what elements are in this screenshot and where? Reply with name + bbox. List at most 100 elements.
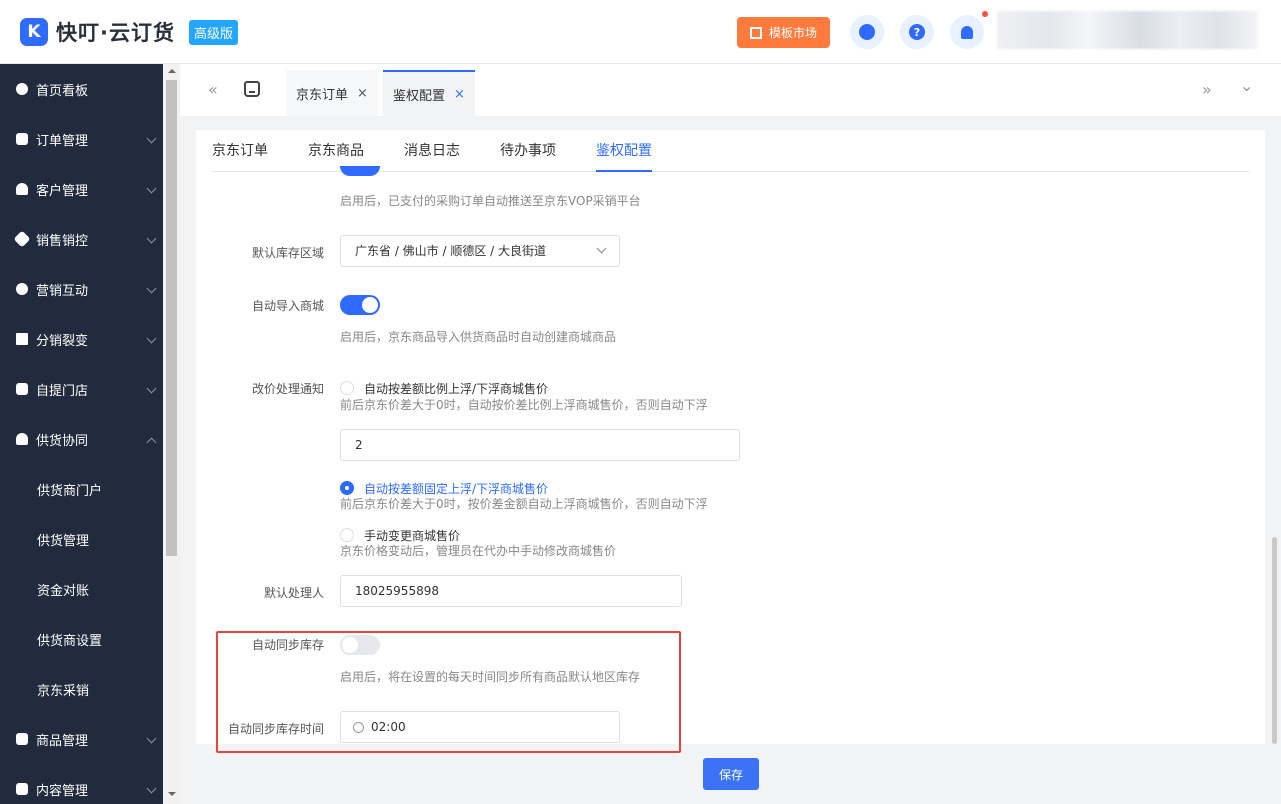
auto-push-switch[interactable] [340,166,380,176]
handler-input[interactable]: 18025955898 [340,575,682,607]
tabs-scroll-right-icon[interactable]: » [1202,80,1212,99]
customer-service-button[interactable] [850,15,884,49]
sidebar-item-label: 销售销控 [36,233,89,249]
dashboard-icon [16,83,28,95]
tabs-scroll-left-icon[interactable]: « [208,80,218,99]
user-gear-icon [16,433,28,445]
sidebar-item-label: 供货协同 [36,433,89,449]
sidebar-subitem-label: 供货商设置 [37,633,103,649]
content-scrollbar[interactable] [1272,537,1277,744]
sidebar-item-orders[interactable]: 订单管理 [0,114,163,164]
user-account-blurred[interactable] [997,11,1258,49]
sidebar-item-dashboard[interactable]: 首页看板 [0,64,163,114]
hierarchy-icon [16,333,28,345]
ratio-value: 2 [355,438,363,452]
sidebar-item-label: 商品管理 [36,733,89,749]
template-icon [749,26,762,39]
sidebar-scrollbar[interactable] [163,64,180,804]
sidebar-item-customers[interactable]: 客户管理 [0,164,163,214]
option-fixed-hint: 前后京东价差大于0时，按价差金额自动上浮商城售价，否则自动下浮 [340,497,708,511]
handler-label: 默认处理人 [263,586,324,600]
auto-push-hint: 启用后，已支付的采购订单自动推送至京东VOP采销平台 [340,194,641,208]
brand-name: 快叮·云订货 [56,21,175,45]
bell-icon [961,25,973,39]
sidebar-subitem-label: 供货商门户 [37,483,103,499]
user-icon [16,183,28,195]
tab-auth-config[interactable]: 鉴权配置 × [383,70,475,116]
inner-tab-todo[interactable]: 待办事项 [500,130,556,172]
option-ratio-label[interactable]: 自动按差额比例上浮/下浮商城售价 [364,380,548,397]
content-icon [16,783,28,795]
sidebar-subitem-reconciliation[interactable]: 资金对账 [0,564,163,614]
option-ratio-radio[interactable] [340,381,354,395]
close-icon[interactable]: × [357,86,368,101]
scroll-down-arrow-icon[interactable] [168,792,176,796]
notification-dot [982,11,988,17]
default-region-select[interactable]: 广东省 / 佛山市 / 顺德区 / 大良街道 [340,235,620,267]
save-button[interactable]: 保存 [703,758,759,790]
sidebar-item-label: 营销互动 [36,283,89,299]
option-ratio-hint: 前后京东价差大于0时，自动按价差比例上浮商城售价，否则自动下浮 [340,398,708,412]
bag-icon [16,733,28,745]
sidebar-subitem-supplier-settings[interactable]: 供货商设置 [0,614,163,664]
notification-button[interactable] [950,15,984,49]
sidebar-item-distribution[interactable]: 分销裂变 [0,314,163,364]
sidebar-item-sales-control[interactable]: 销售销控 [0,214,163,264]
auto-import-hint: 启用后，京东商品导入供货商品时自动创建商城商品 [340,330,617,344]
handler-value: 18025955898 [355,584,439,598]
price-notice-label: 改价处理通知 [251,382,324,396]
top-header: K 快叮·云订货 高级版 模板市场 ? [0,0,1281,64]
sidebar-item-products[interactable]: 商品管理 [0,714,163,764]
default-region-value: 广东省 / 佛山市 / 顺德区 / 大良街道 [355,244,547,258]
sidebar-scroll-thumb[interactable] [166,80,177,556]
inner-tab-message-log[interactable]: 消息日志 [404,130,460,172]
sidebar-item-label: 自提门店 [36,383,89,399]
template-market-button[interactable]: 模板市场 [737,17,830,48]
inner-tab-auth-config[interactable]: 鉴权配置 [596,130,652,172]
auto-import-switch[interactable] [340,295,380,315]
sidebar-subitem-jd-procurement[interactable]: 京东采销 [0,664,163,714]
sidebar-item-label: 内容管理 [36,783,89,799]
chevron-down-icon [596,243,607,254]
sidebar-item-supply[interactable]: 供货协同 [0,414,163,464]
chevron-down-icon [146,333,157,344]
switch-knob [362,297,378,313]
chevron-down-icon [146,133,157,144]
clipboard-icon [16,133,28,145]
chevron-up-icon [146,437,157,448]
tab-label: 京东订单 [296,87,349,103]
sidebar-item-content[interactable]: 内容管理 [0,764,163,804]
sidebar-item-pickup-store[interactable]: 自提门店 [0,364,163,414]
sidebar-subitem-label: 供货管理 [37,533,90,549]
sidebar-item-marketing[interactable]: 营销互动 [0,264,163,314]
help-button[interactable]: ? [900,15,934,49]
inner-tab-jd-orders[interactable]: 京东订单 [212,130,268,172]
sidebar-item-label: 订单管理 [36,133,89,149]
auto-import-label: 自动导入商城 [251,299,324,313]
chevron-down-icon [146,233,157,244]
tab-jd-orders[interactable]: 京东订单 × [286,70,378,116]
ratio-input[interactable]: 2 [340,429,740,461]
home-icon[interactable] [244,81,260,97]
option-fixed-radio[interactable] [340,481,354,495]
store-icon [16,383,28,395]
sidebar-item-label: 首页看板 [36,83,89,99]
sidebar-subitem-label: 资金对账 [37,583,90,599]
option-manual-radio[interactable] [340,528,354,542]
default-region-label: 默认库存区域 [251,246,324,260]
sidebar-item-label: 分销裂变 [36,333,89,349]
scroll-up-arrow-icon[interactable] [168,69,176,73]
template-market-label: 模板市场 [768,26,817,40]
headset-icon [859,24,875,40]
tab-label: 鉴权配置 [393,88,446,104]
chevron-down-icon [146,283,157,294]
sidebar-subitem-supplier-portal[interactable]: 供货商门户 [0,464,163,514]
chevron-down-icon [146,183,157,194]
tag-icon [13,230,31,248]
page-tab-bar: « 京东订单 × 鉴权配置 × » ⌄ [180,64,1281,116]
highlight-box [216,631,681,753]
logo[interactable]: K 快叮·云订货 高级版 [20,17,238,47]
sidebar-subitem-supply-management[interactable]: 供货管理 [0,514,163,564]
close-icon[interactable]: × [454,87,465,102]
tabs-dropdown-icon[interactable]: ⌄ [1240,76,1253,95]
